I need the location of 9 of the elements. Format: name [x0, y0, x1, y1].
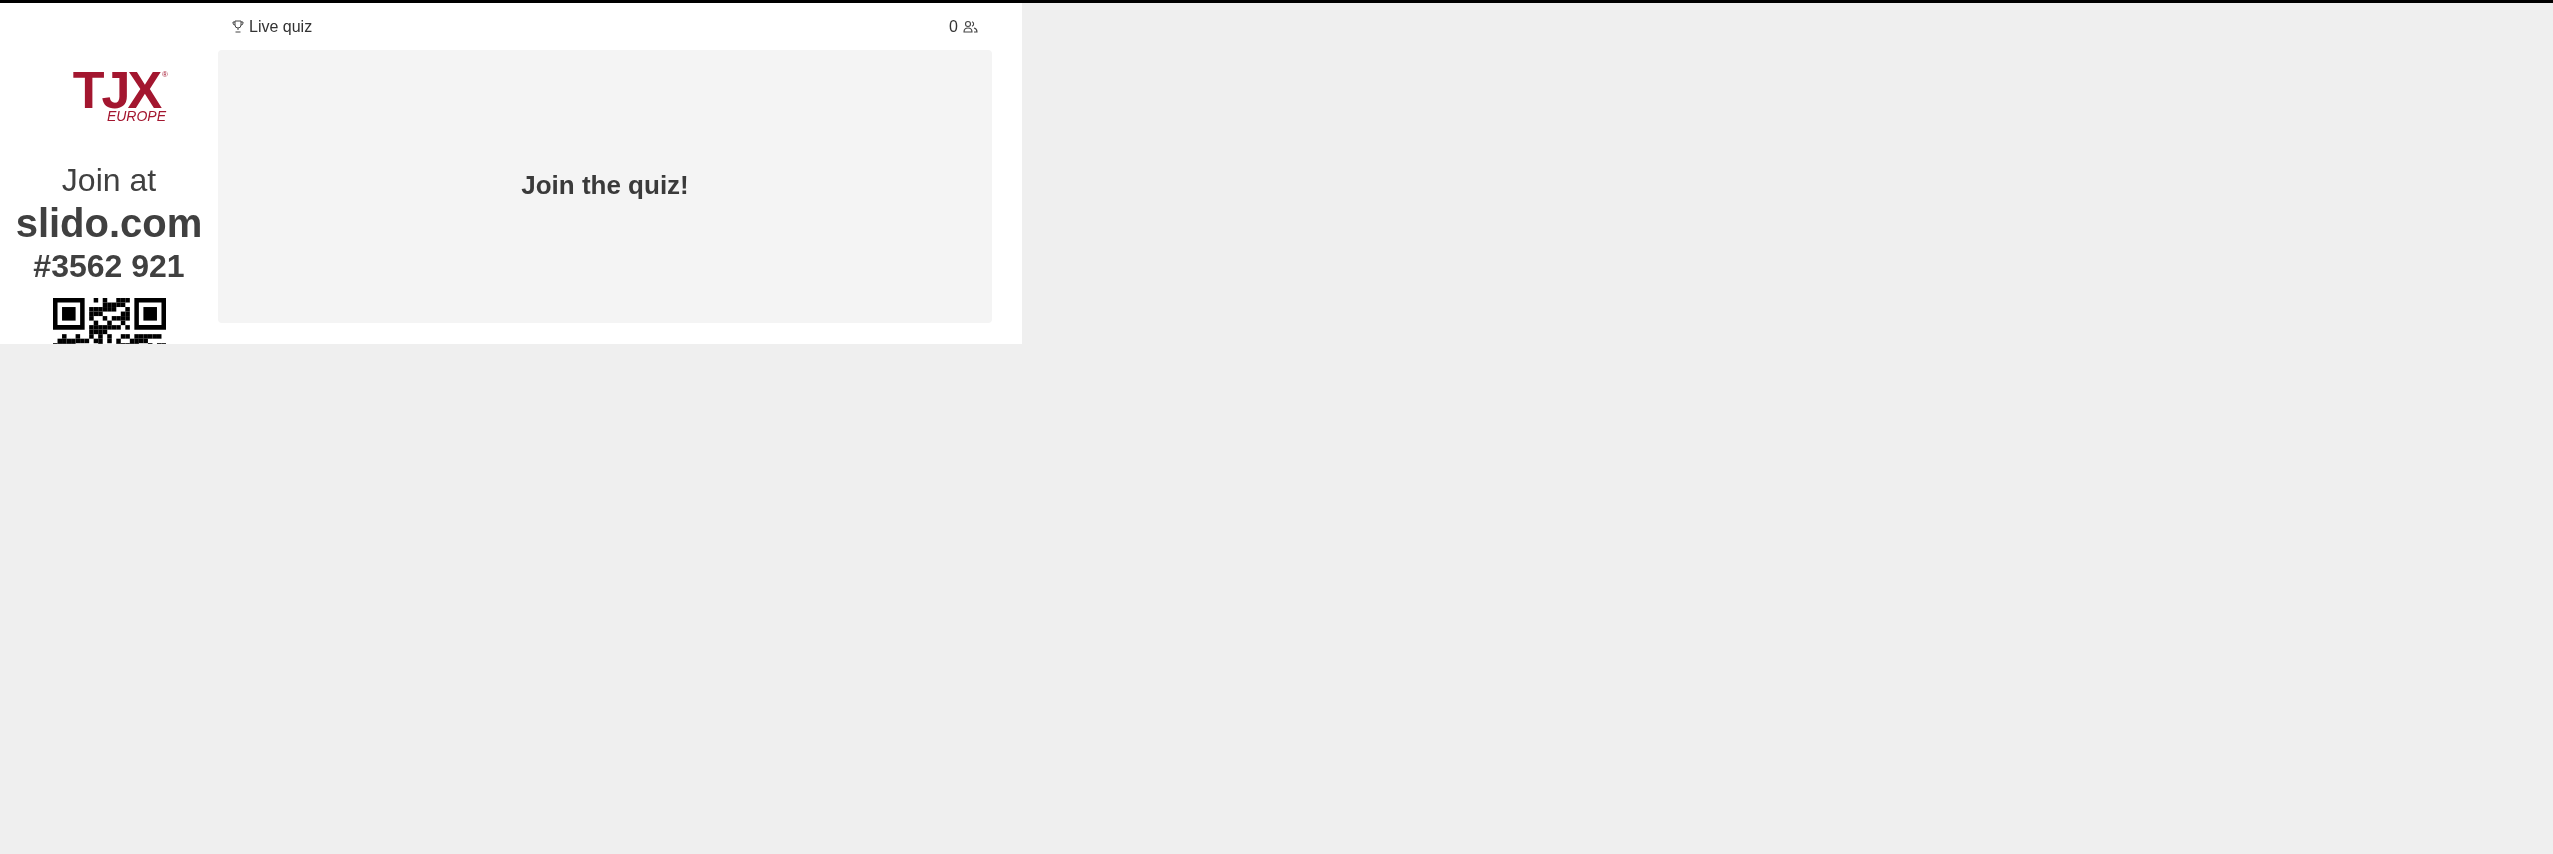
site-address: slido.com — [15, 200, 203, 246]
quiz-title: Live quiz — [249, 16, 313, 37]
trophy-icon — [232, 20, 244, 33]
participant-count: 0 — [949, 16, 958, 37]
join-label: Join at — [61, 161, 157, 200]
event-code: #3562 921 — [33, 247, 185, 286]
people-icon — [963, 20, 978, 33]
join-message: Join the quiz! — [521, 169, 689, 201]
logo: TJX® EUROPE — [71, 70, 168, 122]
